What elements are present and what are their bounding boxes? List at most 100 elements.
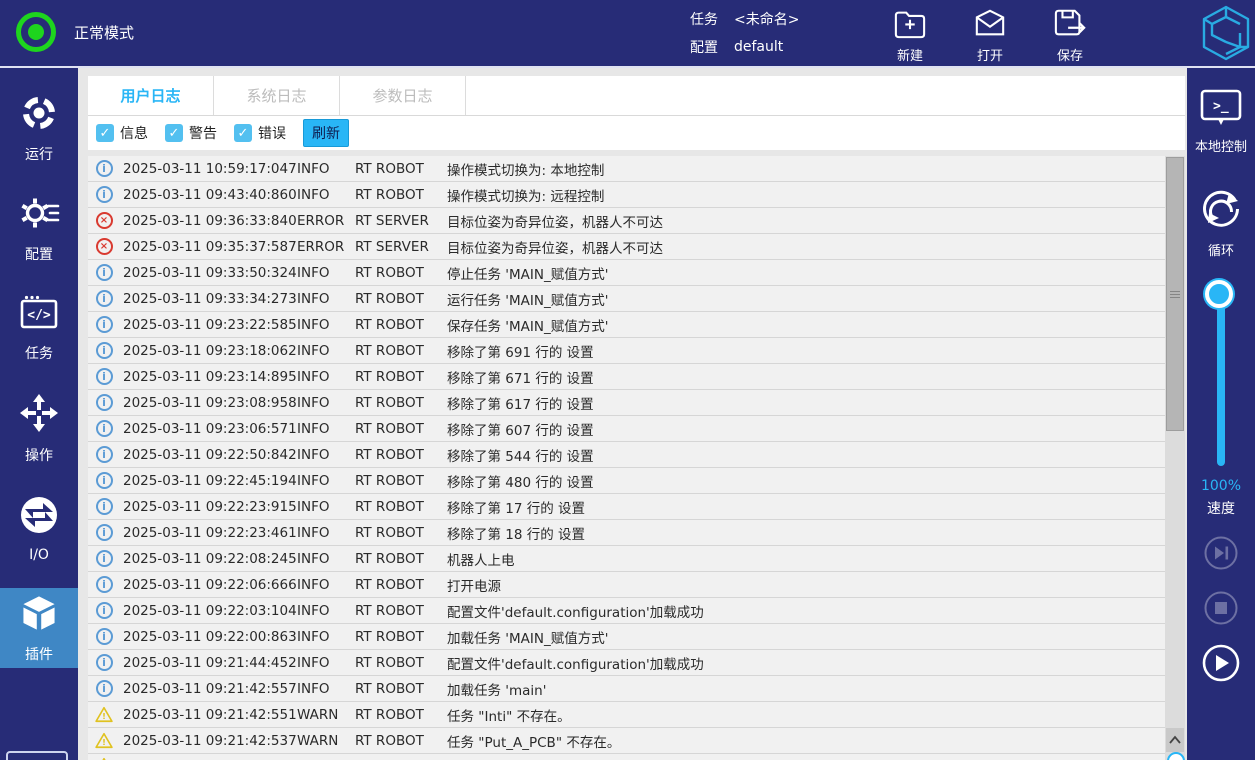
log-row[interactable]: 2025-03-11 09:22:06:666 INFO RT ROBOT 打开… bbox=[88, 572, 1185, 598]
scroll-to-top-button[interactable] bbox=[1166, 728, 1184, 752]
sidebar-item-jog[interactable]: 操作 bbox=[0, 388, 78, 468]
svg-text:>_: >_ bbox=[1213, 99, 1229, 114]
tab-system-log[interactable]: 系统日志 bbox=[214, 76, 340, 115]
log-row[interactable]: 2025-03-11 09:23:18:062 INFO RT ROBOT 移除… bbox=[88, 338, 1185, 364]
log-row[interactable]: 2025-03-11 09:22:23:915 INFO RT ROBOT 移除… bbox=[88, 494, 1185, 520]
log-row[interactable]: 2025-03-11 09:22:45:194 INFO RT ROBOT 移除… bbox=[88, 468, 1185, 494]
log-message: 操作模式切换为: 远程控制 bbox=[447, 185, 1185, 205]
tab-parameter-log[interactable]: 参数日志 bbox=[340, 76, 466, 115]
log-time: 2025-03-11 09:43:40:860 bbox=[123, 187, 295, 203]
svg-text:!: ! bbox=[102, 711, 106, 721]
checkbox-checked-icon bbox=[234, 124, 252, 142]
log-source: RT SERVER bbox=[355, 239, 447, 255]
log-row[interactable]: 2025-03-11 09:22:00:863 INFO RT ROBOT 加载… bbox=[88, 624, 1185, 650]
tab-user-log[interactable]: 用户日志 bbox=[88, 76, 214, 115]
log-level: ERROR bbox=[297, 239, 355, 255]
stop-icon bbox=[1204, 591, 1238, 625]
log-source: RT ROBOT bbox=[355, 291, 447, 307]
filter-warning-checkbox[interactable]: 警告 bbox=[165, 123, 217, 143]
new-button[interactable]: 新建 bbox=[882, 7, 938, 64]
save-button[interactable]: 保存 bbox=[1042, 7, 1098, 64]
log-row[interactable]: 2025-03-11 09:43:40:860 INFO RT ROBOT 操作… bbox=[88, 182, 1185, 208]
log-row[interactable]: 2025-03-11 09:22:23:461 INFO RT ROBOT 移除… bbox=[88, 520, 1185, 546]
sidebar-item-config[interactable]: 配置 bbox=[0, 188, 78, 268]
log-source: RT ROBOT bbox=[355, 265, 447, 281]
info-icon bbox=[96, 550, 113, 567]
task-config-info: 任务 <未命名> 配置 default bbox=[690, 5, 799, 61]
log-level: INFO bbox=[297, 499, 355, 515]
log-row[interactable]: 2025-03-11 09:33:34:273 INFO RT ROBOT 运行… bbox=[88, 286, 1185, 312]
log-row[interactable]: 2025-03-11 09:22:03:104 INFO RT ROBOT 配置… bbox=[88, 598, 1185, 624]
sidebar-item-label: 任务 bbox=[25, 343, 53, 363]
log-time: 2025-03-11 09:21:44:452 bbox=[123, 655, 295, 671]
log-message: 配置文件'default.configuration'加载成功 bbox=[447, 601, 1185, 621]
log-row[interactable]: 2025-03-11 09:33:50:324 INFO RT ROBOT 停止… bbox=[88, 260, 1185, 286]
speed-slider-handle[interactable] bbox=[1205, 280, 1233, 308]
refresh-button[interactable]: 刷新 bbox=[303, 119, 349, 147]
top-bar: 正常模式 任务 <未命名> 配置 default 新建 bbox=[0, 0, 1255, 68]
log-row[interactable]: ! 2025-03-11 09:21:42:551 WARN RT ROBOT … bbox=[88, 702, 1185, 728]
warning-icon: ! bbox=[95, 732, 113, 750]
open-button[interactable]: 打开 bbox=[962, 7, 1018, 64]
log-level: INFO bbox=[297, 681, 355, 697]
info-icon bbox=[96, 394, 113, 411]
sidebar-item-plugin[interactable]: 插件 bbox=[0, 588, 78, 668]
play-button[interactable] bbox=[1202, 644, 1240, 686]
svg-text:!: ! bbox=[102, 737, 106, 747]
log-row[interactable]: 2025-03-11 09:23:08:958 INFO RT ROBOT 移除… bbox=[88, 390, 1185, 416]
log-row[interactable]: 2025-03-11 09:21:42:557 INFO RT ROBOT 加载… bbox=[88, 676, 1185, 702]
scrollbar-thumb[interactable] bbox=[1166, 157, 1184, 431]
right-control-sidebar: >_ 本地控制 循环 100% 速度 bbox=[1187, 68, 1255, 760]
status-green-icon bbox=[16, 12, 56, 52]
log-source: RT ROBOT bbox=[355, 707, 447, 723]
info-icon bbox=[96, 342, 113, 359]
log-row[interactable]: ! 2025-03-11 09:21:42:537 WARN RT ROBOT … bbox=[88, 728, 1185, 754]
log-row[interactable]: 2025-03-11 09:22:50:842 INFO RT ROBOT 移除… bbox=[88, 442, 1185, 468]
loop-icon bbox=[1198, 186, 1244, 232]
log-message: 移除了第 607 行的 设置 bbox=[447, 419, 1185, 439]
log-message: 保存任务 'MAIN_赋值方式' bbox=[447, 315, 1185, 335]
log-row[interactable]: 2025-03-11 09:22:08:245 INFO RT ROBOT 机器… bbox=[88, 546, 1185, 572]
log-row[interactable]: 2025-03-11 09:23:06:571 INFO RT ROBOT 移除… bbox=[88, 416, 1185, 442]
log-source: RT ROBOT bbox=[355, 161, 447, 177]
log-source: RT ROBOT bbox=[355, 629, 447, 645]
log-level: INFO bbox=[297, 421, 355, 437]
sidebar-item-task[interactable]: </> 任务 bbox=[0, 288, 78, 368]
stop-button[interactable] bbox=[1204, 591, 1238, 629]
info-icon bbox=[96, 654, 113, 671]
log-row[interactable]: 2025-03-11 09:36:33:840 ERROR RT SERVER … bbox=[88, 208, 1185, 234]
info-icon bbox=[96, 680, 113, 697]
log-row[interactable]: 2025-03-11 09:21:44:452 INFO RT ROBOT 配置… bbox=[88, 650, 1185, 676]
log-source: RT ROBOT bbox=[355, 473, 447, 489]
log-source: RT ROBOT bbox=[355, 551, 447, 567]
log-level: INFO bbox=[297, 187, 355, 203]
sidebar-item-label: 操作 bbox=[25, 445, 53, 465]
io-icon bbox=[18, 494, 60, 540]
loop-item[interactable]: 循环 bbox=[1187, 186, 1255, 259]
log-source: RT ROBOT bbox=[355, 395, 447, 411]
log-row[interactable]: 2025-03-11 09:35:37:587 ERROR RT SERVER … bbox=[88, 234, 1185, 260]
log-message: 打开电源 bbox=[447, 575, 1185, 595]
log-level: INFO bbox=[297, 447, 355, 463]
warning-icon: ! bbox=[95, 756, 113, 760]
log-row[interactable]: 2025-03-11 09:23:14:895 INFO RT ROBOT 移除… bbox=[88, 364, 1185, 390]
log-message: 目标位姿为奇异位姿，机器人不可达 bbox=[447, 237, 1185, 257]
step-button[interactable] bbox=[1204, 536, 1238, 574]
speed-slider-track[interactable] bbox=[1217, 300, 1225, 466]
sidebar-item-io[interactable]: I/O bbox=[0, 488, 78, 568]
log-level: INFO bbox=[297, 577, 355, 593]
log-row[interactable]: 2025-03-11 09:23:22:585 INFO RT ROBOT 保存… bbox=[88, 312, 1185, 338]
filter-info-checkbox[interactable]: 信息 bbox=[96, 123, 148, 143]
warning-icon: ! bbox=[95, 706, 113, 724]
info-icon bbox=[96, 446, 113, 463]
sidebar-item-run[interactable]: 运行 bbox=[0, 88, 78, 168]
log-row[interactable]: 2025-03-11 10:59:17:047 INFO RT ROBOT 操作… bbox=[88, 156, 1185, 182]
log-scrollbar[interactable] bbox=[1165, 156, 1185, 760]
filter-error-checkbox[interactable]: 错误 bbox=[234, 123, 286, 143]
log-message: 操作模式切换为: 本地控制 bbox=[447, 159, 1185, 179]
log-row-partial: ! bbox=[88, 754, 1185, 760]
sidebar-item-label: 配置 bbox=[25, 244, 53, 264]
log-level: INFO bbox=[297, 343, 355, 359]
local-control-item[interactable]: >_ 本地控制 bbox=[1187, 88, 1255, 155]
log-time: 2025-03-11 09:22:23:461 bbox=[123, 525, 295, 541]
